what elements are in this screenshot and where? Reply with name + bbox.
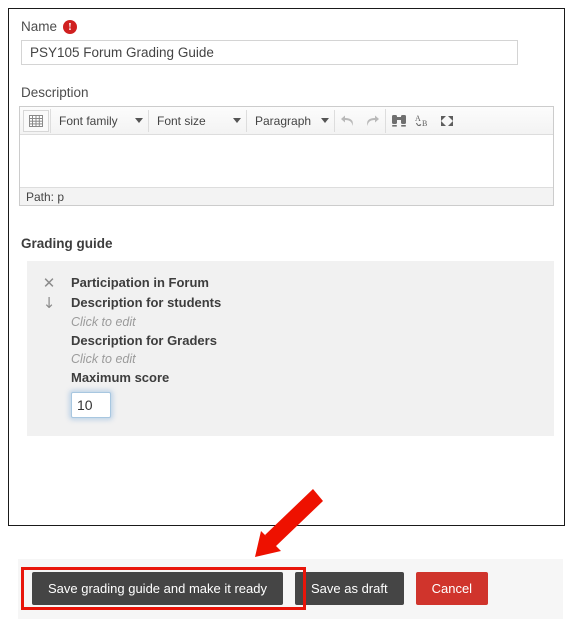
undo-arrow-icon[interactable] bbox=[336, 110, 360, 132]
criterion-name-row: ✕ Participation in Forum bbox=[27, 273, 554, 293]
table-grid-icon[interactable] bbox=[23, 109, 49, 132]
chevron-down-icon bbox=[233, 118, 241, 123]
exclamation-circle-icon: ! bbox=[63, 19, 78, 34]
editor-status-path: Path: p bbox=[20, 187, 553, 205]
chevron-down-icon bbox=[135, 118, 143, 123]
paragraph-format-select[interactable]: Paragraph bbox=[247, 109, 335, 132]
paragraph-label: Paragraph bbox=[255, 113, 312, 128]
save-grading-guide-and-make-ready-button[interactable]: Save grading guide and make it ready bbox=[32, 572, 283, 605]
description-for-students-heading: Description for students bbox=[71, 295, 222, 310]
description-for-graders-value[interactable]: Click to edit bbox=[71, 352, 136, 366]
criterion-students-heading-row: ↓ Description for students bbox=[27, 293, 554, 313]
grading-guide-criteria-box: ✕ Participation in Forum ↓ Description f… bbox=[27, 261, 554, 436]
accessibility-checker-icon[interactable]: A B bbox=[411, 110, 435, 132]
description-for-students-value-row: Click to edit bbox=[27, 313, 554, 331]
font-size-label: Font size bbox=[157, 113, 206, 128]
svg-text:B: B bbox=[422, 119, 427, 128]
name-field-label-row: Name ! bbox=[21, 19, 552, 34]
toolbar-group-grid bbox=[22, 108, 51, 133]
maximum-score-heading: Maximum score bbox=[71, 370, 170, 385]
cancel-button[interactable]: Cancel bbox=[415, 572, 489, 605]
close-x-icon[interactable]: ✕ bbox=[43, 276, 56, 291]
font-family-label: Font family bbox=[59, 113, 118, 128]
delete-criterion-cell[interactable]: ✕ bbox=[27, 275, 71, 291]
rich-text-editor: Font family Font size Paragraph A B Path… bbox=[19, 106, 554, 206]
description-for-graders-value-row: Click to edit bbox=[27, 350, 554, 368]
name-field-block: Name ! bbox=[9, 9, 564, 65]
form-panel: Name ! Description bbox=[8, 8, 565, 526]
toolbar-group-tools: A B bbox=[386, 109, 460, 133]
svg-text:A: A bbox=[415, 114, 421, 123]
form-buttons: Save grading guide and make it ready Sav… bbox=[32, 572, 489, 605]
maximum-score-input-row bbox=[27, 392, 554, 418]
grading-guide-title: Grading guide bbox=[21, 236, 113, 251]
description-field-label-row: Description bbox=[21, 85, 552, 100]
description-for-graders-heading-row: Description for Graders bbox=[27, 331, 554, 350]
redo-arrow-icon[interactable] bbox=[360, 110, 384, 132]
move-criterion-cell[interactable]: ↓ bbox=[27, 295, 71, 311]
description-field-label: Description bbox=[21, 85, 89, 100]
description-for-graders-heading: Description for Graders bbox=[71, 333, 217, 348]
editor-content-area[interactable] bbox=[20, 135, 553, 187]
maximum-score-input[interactable] bbox=[71, 392, 111, 418]
toolbar-group-history bbox=[335, 108, 386, 133]
form-action-bar: Save grading guide and make it ready Sav… bbox=[18, 559, 563, 619]
name-field-label: Name bbox=[21, 19, 58, 34]
chevron-down-icon bbox=[321, 118, 329, 123]
description-for-students-value[interactable]: Click to edit bbox=[71, 315, 136, 329]
name-input[interactable] bbox=[21, 40, 518, 65]
editor-toolbar: Font family Font size Paragraph A B bbox=[20, 107, 553, 135]
binoculars-icon[interactable] bbox=[387, 110, 411, 132]
move-down-arrow-icon[interactable]: ↓ bbox=[43, 296, 56, 311]
fullscreen-icon[interactable] bbox=[435, 110, 459, 132]
font-family-select[interactable]: Font family bbox=[51, 109, 149, 132]
maximum-score-heading-row: Maximum score bbox=[27, 368, 554, 387]
save-as-draft-button[interactable]: Save as draft bbox=[294, 572, 404, 605]
description-field-block: Description bbox=[9, 75, 564, 100]
font-size-select[interactable]: Font size bbox=[149, 109, 247, 132]
criterion-name[interactable]: Participation in Forum bbox=[71, 275, 209, 290]
